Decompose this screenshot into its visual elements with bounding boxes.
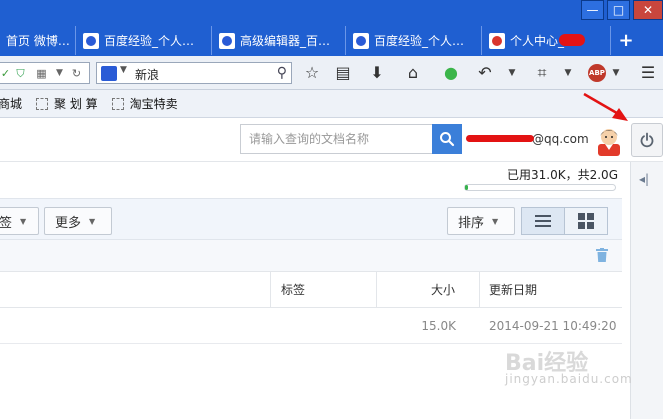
baidu-paw-icon xyxy=(83,32,99,49)
tab-label: 百度经验_个人… xyxy=(374,34,465,48)
table-header: 标签 大小 更新日期 xyxy=(0,272,622,308)
collapse-sidebar-icon[interactable]: ◂| xyxy=(639,172,649,186)
tab-baidu-jingyan-2[interactable]: 百度经验_个人… xyxy=(347,26,482,55)
bookmark-item[interactable]: 商城 xyxy=(0,95,22,112)
column-header-label: 标签 xyxy=(281,283,306,297)
address-bar[interactable]: ✓ ⛉ ▦ ▼ ↻ xyxy=(0,62,90,84)
file-size-cell: 15.0K xyxy=(421,319,456,333)
power-icon xyxy=(640,132,654,148)
undo-dropdown-icon[interactable]: ▼ xyxy=(502,63,522,83)
crop-dropdown-icon[interactable]: ▼ xyxy=(558,63,578,83)
download-icon[interactable]: ⬇ xyxy=(367,63,387,83)
tab-list: 首页 微博… 百度经验_个人… 高级编辑器_百… 百度经验_个人… 个人中心_ … xyxy=(0,26,640,56)
home-icon[interactable]: ⌂ xyxy=(403,63,423,83)
table-row[interactable]: 15.0K 2014-09-21 10:49:20 xyxy=(0,308,622,344)
chevron-down-icon: ▼ xyxy=(89,216,96,226)
tab-label: 个人中心_ xyxy=(510,34,565,48)
column-header-tag[interactable]: 标签 xyxy=(270,272,376,308)
baidu-watermark-url: jingyan.baidu.com xyxy=(505,372,633,386)
tag-button-label: 签 xyxy=(0,215,13,231)
user-avatar[interactable] xyxy=(594,124,624,156)
bookmark-label: 商城 xyxy=(0,97,23,111)
tag-dropdown-button[interactable]: 签 ▼ xyxy=(0,207,39,235)
file-toolbar: 签 ▼ 更多 ▼ 排序 ▼ xyxy=(0,198,622,240)
tab-user-center[interactable]: 个人中心_ xyxy=(483,26,611,55)
storage-usage-bar xyxy=(464,184,616,191)
chevron-down-icon: ▼ xyxy=(492,216,499,226)
bookmark-label: 聚 划 算 xyxy=(54,97,98,111)
verified-shield-icon: ✓ xyxy=(0,67,11,80)
doc-search-button[interactable] xyxy=(432,124,462,154)
new-tab-button[interactable]: + xyxy=(612,26,640,55)
column-header-label: 大小 xyxy=(430,283,455,297)
chevron-down-icon: ▼ xyxy=(20,216,27,226)
logout-button[interactable] xyxy=(631,123,663,157)
chat-bubble-icon[interactable]: ● xyxy=(441,63,461,83)
window-controls: — □ ✕ xyxy=(578,0,663,20)
tab-label: 首页 微博… xyxy=(6,34,70,48)
sort-button-label: 排序 xyxy=(458,215,485,231)
trash-icon[interactable] xyxy=(596,248,608,262)
search-bar[interactable]: ▼ 新浪 ⚲ xyxy=(96,62,292,84)
tab-strip: — □ ✕ 首页 微博… 百度经验_个人… 高级编辑器_百… 百度经验_个人… … xyxy=(0,0,663,56)
dropdown-arrow-icon[interactable]: ▼ xyxy=(53,67,66,80)
search-icon xyxy=(440,132,455,147)
selection-bar xyxy=(0,240,622,272)
baidu-paw-icon xyxy=(219,32,235,49)
more-dropdown-button[interactable]: 更多 ▼ xyxy=(44,207,112,235)
baidu-paw-icon xyxy=(353,32,369,49)
close-window-button[interactable]: ✕ xyxy=(633,0,663,20)
more-button-label: 更多 xyxy=(55,215,82,231)
navigation-toolbar: ✓ ⛉ ▦ ▼ ↻ ▼ 新浪 ⚲ ☆ ▤ ⬇ ⌂ ● ↶ ▼ ⌗ ▼ ABP ▼… xyxy=(0,56,663,90)
undo-icon[interactable]: ↶ xyxy=(475,63,495,83)
adblock-dropdown-icon[interactable]: ▼ xyxy=(606,63,626,83)
list-view-icon xyxy=(535,215,551,227)
engine-dropdown-icon[interactable]: ▼ xyxy=(120,65,127,75)
sort-dropdown-button[interactable]: 排序 ▼ xyxy=(447,207,515,235)
tab-weibo-home[interactable]: 首页 微博… xyxy=(0,26,76,55)
redaction-mark xyxy=(466,135,534,142)
weibo-icon xyxy=(489,32,505,49)
bookmark-placeholder-icon xyxy=(36,97,49,110)
reload-icon[interactable]: ↻ xyxy=(70,67,83,80)
column-header-date[interactable]: 更新日期 xyxy=(479,272,622,308)
grid-view-icon xyxy=(578,213,594,229)
reading-list-icon[interactable]: ▤ xyxy=(333,63,353,83)
tab-advanced-editor[interactable]: 高级编辑器_百… xyxy=(213,26,346,55)
right-sidebar: ◂| xyxy=(630,162,663,419)
doc-search-input[interactable]: 请输入查询的文档名称 xyxy=(240,124,432,154)
bookmarks-bar: 商城 聚 划 算 淘宝特卖 xyxy=(0,90,663,118)
bookmark-placeholder-icon xyxy=(111,97,124,110)
bookmark-item[interactable]: 聚 划 算 xyxy=(36,95,98,112)
tab-label: 百度经验_个人… xyxy=(104,34,195,48)
tab-baidu-jingyan-1[interactable]: 百度经验_个人… xyxy=(77,26,212,55)
bookmark-star-icon[interactable]: ☆ xyxy=(302,63,322,83)
search-input[interactable]: 新浪 xyxy=(135,66,159,83)
user-email: @qq.com xyxy=(532,132,589,146)
column-header-label: 更新日期 xyxy=(489,283,538,297)
tab-label: 高级编辑器_百… xyxy=(240,34,331,48)
bookmark-label: 淘宝特卖 xyxy=(129,97,178,111)
shield-icon: ⛉ xyxy=(16,67,25,80)
baidu-engine-icon[interactable] xyxy=(101,66,117,81)
column-header-size[interactable]: 大小 xyxy=(376,272,479,308)
storage-usage-fill xyxy=(465,185,468,190)
list-view-button[interactable] xyxy=(521,207,565,235)
crop-icon[interactable]: ⌗ xyxy=(532,63,552,83)
menu-icon[interactable]: ☰ xyxy=(638,63,658,83)
file-date-cell: 2014-09-21 10:49:20 xyxy=(489,319,617,333)
adblock-icon[interactable]: ABP xyxy=(588,64,606,82)
redaction-mark xyxy=(559,34,585,46)
page-header: 请输入查询的文档名称 @qq.com xyxy=(0,118,663,162)
search-icon[interactable]: ⚲ xyxy=(277,65,287,81)
bookmark-item[interactable]: 淘宝特卖 xyxy=(111,95,178,112)
minimize-button[interactable]: — xyxy=(581,0,604,20)
maximize-button[interactable]: □ xyxy=(607,0,630,20)
qr-code-icon: ▦ xyxy=(36,67,47,80)
grid-view-button[interactable] xyxy=(564,207,608,235)
storage-usage-text: 已用31.0K，共2.0G xyxy=(507,168,618,182)
